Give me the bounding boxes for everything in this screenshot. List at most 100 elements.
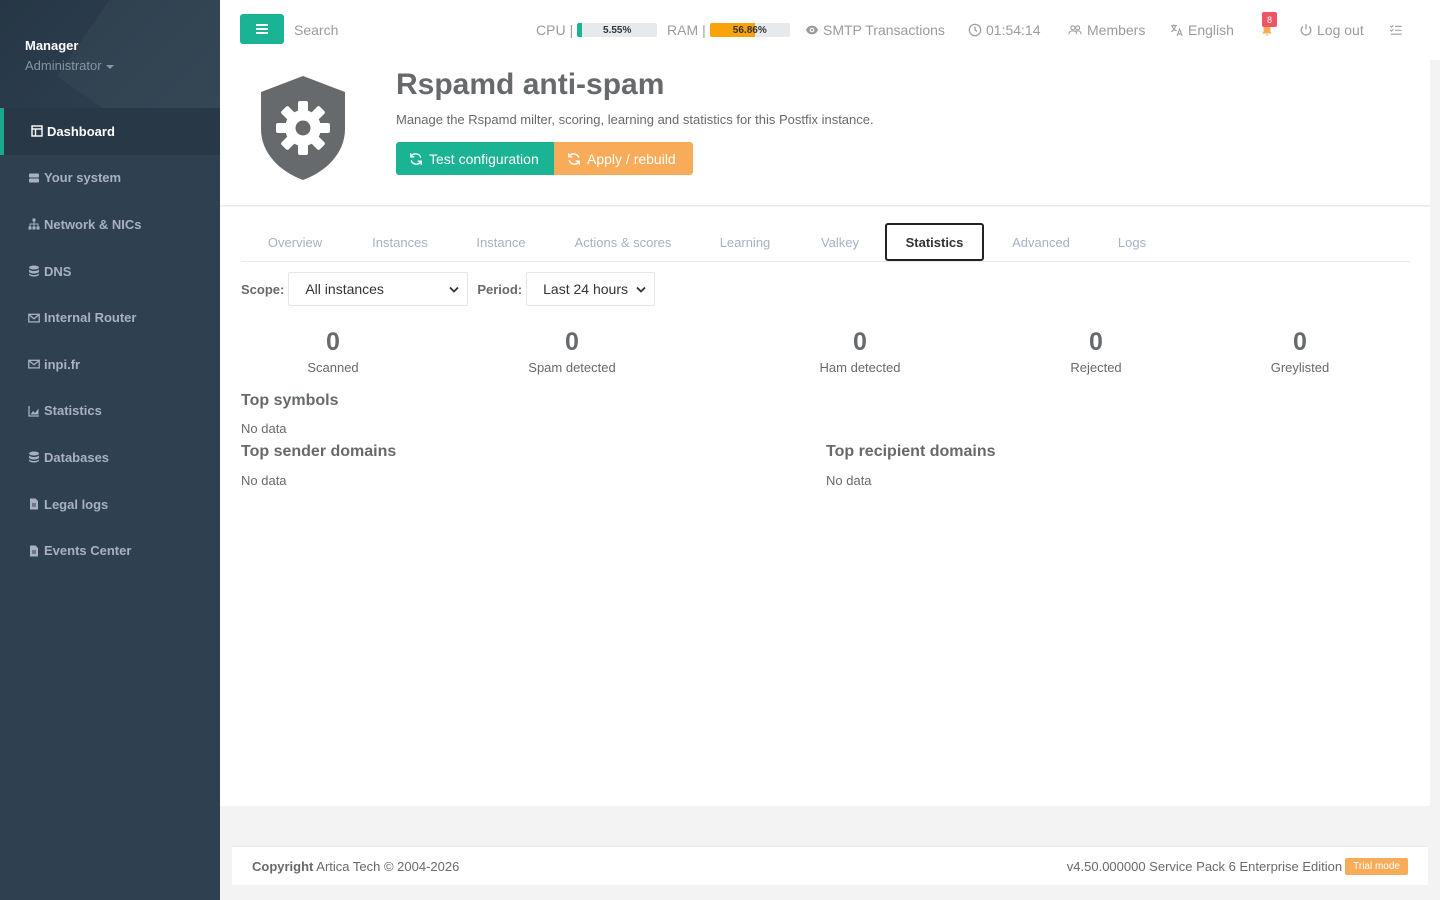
menu-toggle-button[interactable]: [240, 14, 284, 44]
sidebar-item-label: Internal Router: [44, 310, 137, 326]
sidebar-item-dashboard[interactable]: Dashboard: [0, 108, 220, 155]
scope-selected-value: All instances: [305, 281, 384, 297]
tab-overview[interactable]: Overview: [241, 223, 349, 261]
user-profile: Manager Administrator: [0, 0, 220, 108]
page-title: Rspamd anti-spam: [396, 68, 665, 101]
members-link[interactable]: Members: [1067, 20, 1145, 40]
search-input[interactable]: [294, 16, 494, 44]
period-selected-value: Last 24 hours: [543, 281, 628, 297]
cpu-meter: CPU | 5.55%: [536, 20, 658, 40]
clock-value: 01:54:14: [986, 22, 1041, 38]
scope-select[interactable]: All instances: [288, 272, 469, 306]
copyright: Copyright Artica Tech © 2004-2026: [252, 859, 459, 874]
dashboard-icon: [31, 125, 43, 137]
tasks-list-icon: [1389, 24, 1402, 35]
sidebar-item-databases[interactable]: Databases: [0, 434, 220, 481]
cpu-label: CPU: [536, 22, 566, 38]
sidebar-item-inpi[interactable]: inpi.fr: [0, 341, 220, 388]
sidebar-item-network[interactable]: Network & NICs: [0, 201, 220, 248]
top-navbar: CPU | 5.55% RAM | 56.86% SMTP Transactio…: [220, 0, 1440, 60]
ram-progress-value: 56.86%: [732, 24, 767, 36]
tab-advanced[interactable]: Advanced: [993, 223, 1089, 261]
ram-separator: |: [702, 22, 706, 38]
tab-actions-scores[interactable]: Actions & scores: [551, 223, 695, 261]
stat-value: 0: [326, 328, 340, 356]
logout-label: Log out: [1317, 22, 1364, 38]
tab-valkey[interactable]: Valkey: [795, 223, 885, 261]
sidebar-item-your-system[interactable]: Your system: [0, 155, 220, 202]
apply-rebuild-label: Apply / rebuild: [587, 150, 676, 167]
notifications-badge: 8: [1262, 12, 1277, 27]
sidebar-item-label: DNS: [44, 263, 72, 279]
cpu-separator: |: [569, 22, 574, 38]
power-icon: [1300, 24, 1312, 36]
caret-down-icon: [105, 64, 114, 69]
refresh-icon: [568, 152, 580, 165]
sidebar-item-legal-logs[interactable]: Legal logs: [0, 481, 220, 528]
logout-link[interactable]: Log out: [1299, 20, 1364, 40]
sidebar-item-label: inpi.fr: [44, 356, 81, 372]
users-icon: [1068, 25, 1082, 35]
sidebar-nav: Dashboard Your system Network & NICs DNS…: [0, 108, 220, 574]
sidebar-item-events-center[interactable]: Events Center: [0, 527, 220, 574]
language-selector[interactable]: English: [1170, 20, 1234, 40]
copyright-label: Copyright: [252, 858, 314, 874]
hamburger-icon: [256, 28, 268, 30]
sidebar-item-label: Databases: [44, 449, 110, 465]
stat-label: Scanned: [307, 360, 359, 375]
stat-ham-detected: 0 Ham detected: [820, 327, 901, 375]
page-scrollbar[interactable]: [1430, 60, 1440, 806]
cpu-progress-value: 5.55%: [603, 24, 632, 36]
stat-spam-detected: 0 Spam detected: [528, 327, 615, 375]
top-symbols-empty: No data: [241, 421, 287, 436]
tab-logs[interactable]: Logs: [1095, 223, 1169, 261]
sidebar-item-statistics[interactable]: Statistics: [0, 388, 220, 435]
tab-statistics[interactable]: Statistics: [885, 223, 984, 261]
ram-label: RAM: [667, 22, 699, 38]
eye-icon: [805, 25, 819, 35]
copyright-text: Artica Tech © 2004-2026: [313, 858, 460, 874]
stat-scanned: 0 Scanned: [307, 327, 358, 375]
clock: 01:54:14: [968, 20, 1041, 40]
top-recipient-domains-empty: No data: [826, 473, 872, 488]
test-configuration-button[interactable]: Test configuration: [396, 142, 554, 175]
test-configuration-label: Test configuration: [429, 150, 539, 167]
database-icon: [28, 451, 40, 463]
tab-instance[interactable]: Instance: [451, 223, 551, 261]
chevron-down-icon: [636, 286, 646, 293]
language-label: English: [1188, 22, 1234, 38]
sidebar: Manager Administrator Dashboard Your sys…: [0, 0, 220, 900]
file-icon: [28, 498, 40, 510]
tab-instances[interactable]: Instances: [349, 223, 451, 261]
envelope-icon: [28, 312, 40, 324]
period-select[interactable]: Last 24 hours: [526, 272, 656, 306]
version-info: v4.50.000000 Service Pack 6 Enterprise E…: [1067, 857, 1408, 875]
sidebar-item-internal-router[interactable]: Internal Router: [0, 294, 220, 341]
user-role-dropdown[interactable]: Administrator: [25, 58, 114, 73]
stat-greylisted: 0 Greylisted: [1271, 327, 1330, 375]
sidebar-item-label: Legal logs: [44, 496, 109, 512]
stat-value: 0: [565, 328, 579, 356]
server-icon: [28, 172, 40, 184]
top-symbols-title: Top symbols: [241, 392, 339, 409]
period-label: Period:: [477, 281, 523, 297]
sidebar-item-label: Events Center: [44, 543, 132, 559]
ram-progress-bar: 56.86%: [709, 23, 790, 37]
database-icon: [28, 265, 40, 277]
sidebar-item-dns[interactable]: DNS: [0, 248, 220, 295]
chart-icon: [28, 405, 40, 417]
tasks-button[interactable]: [1389, 20, 1407, 40]
file-icon: [28, 545, 40, 557]
envelope-icon: [28, 358, 40, 370]
tab-learning[interactable]: Learning: [695, 223, 795, 261]
smtp-transactions-link[interactable]: SMTP Transactions: [805, 20, 945, 40]
cpu-progress-bar: 5.55%: [577, 23, 658, 37]
apply-rebuild-button[interactable]: Apply / rebuild: [554, 142, 693, 175]
footer: Copyright Artica Tech © 2004-2026 v4.50.…: [232, 846, 1428, 885]
sidebar-item-label: Network & NICs: [44, 216, 142, 232]
page-description: Manage the Rspamd milter, scoring, learn…: [396, 112, 874, 127]
clock-icon: [968, 23, 982, 37]
filter-row: Scope: All instances Period: Last 24 hou…: [241, 272, 656, 306]
refresh-icon: [410, 152, 422, 165]
top-sender-domains-empty: No data: [241, 473, 287, 488]
